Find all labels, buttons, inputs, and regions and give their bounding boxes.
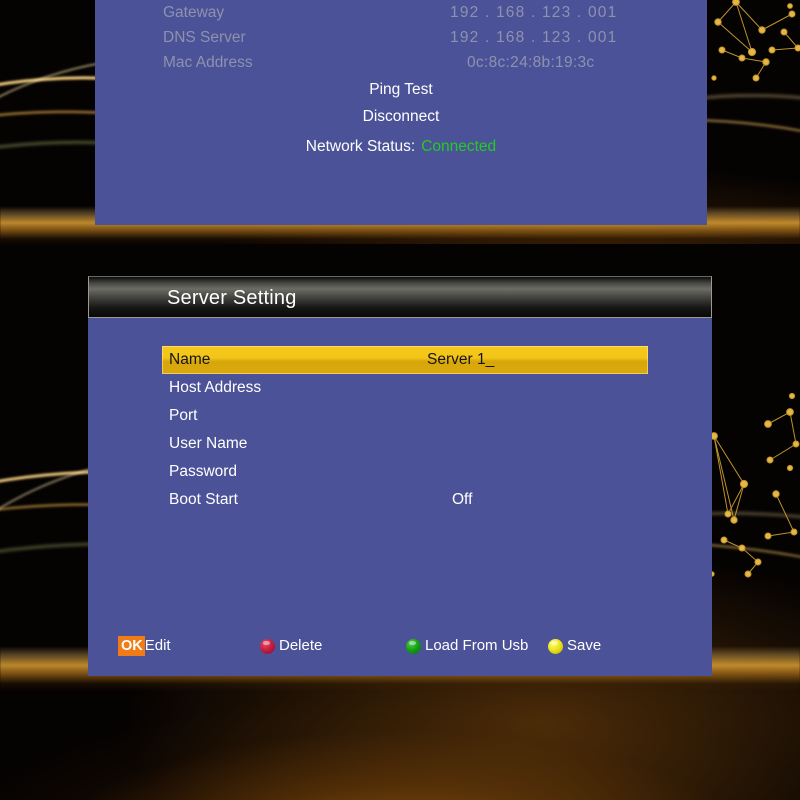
load-from-usb-action-label: Load From Usb bbox=[425, 637, 529, 654]
list-item-user-name[interactable]: User Name bbox=[162, 430, 648, 458]
network-row-mac-address[interactable]: Mac Address 0c:8c:24:8b:19:3c bbox=[95, 50, 707, 75]
network-label-mac-address: Mac Address bbox=[163, 54, 253, 71]
field-value-boot-start: Off bbox=[452, 491, 473, 508]
network-status-label: Network Status: bbox=[305, 138, 416, 155]
list-item-port[interactable]: Port bbox=[162, 402, 648, 430]
field-label-boot-start: Boot Start bbox=[169, 491, 238, 508]
network-label-gateway: Gateway bbox=[163, 4, 225, 21]
network-row-dns-server[interactable]: DNS Server 192 . 168 . 123 . 001 bbox=[95, 25, 707, 50]
network-row-gateway[interactable]: Gateway 192 . 168 . 123 . 001 bbox=[95, 0, 707, 25]
network-status-row: Network Status: Connected bbox=[95, 134, 707, 159]
delete-action[interactable]: Delete bbox=[260, 634, 322, 658]
list-item-name[interactable]: Name Server 1_ bbox=[162, 346, 648, 374]
network-info-rows: Gateway 192 . 168 . 123 . 001 DNS Server… bbox=[95, 0, 707, 159]
edit-action-label: Edit bbox=[144, 637, 171, 654]
page-title: Server Setting bbox=[167, 287, 297, 309]
network-status-value: Connected bbox=[421, 138, 497, 155]
edit-action[interactable]: OK Edit bbox=[118, 634, 171, 658]
panel-header-bar: Server Setting bbox=[88, 276, 712, 318]
red-dot-icon bbox=[260, 638, 275, 654]
save-action[interactable]: Save bbox=[548, 634, 601, 658]
server-setting-panel: Server Setting Name Server 1_ Host Addre… bbox=[88, 276, 712, 676]
ping-test-button[interactable]: Ping Test bbox=[95, 77, 707, 102]
network-value-gateway: 192 . 168 . 123 . 001 bbox=[450, 4, 618, 21]
save-action-label: Save bbox=[567, 637, 602, 654]
field-label-password: Password bbox=[169, 463, 238, 480]
list-item-password[interactable]: Password bbox=[162, 458, 648, 486]
panel-body: Name Server 1_ Host Address Port User Na… bbox=[88, 318, 712, 676]
network-value-mac-address: 0c:8c:24:8b:19:3c bbox=[467, 54, 595, 71]
network-label-dns-server: DNS Server bbox=[163, 29, 246, 46]
field-label-port: Port bbox=[169, 407, 198, 424]
ok-badge-icon: OK bbox=[118, 636, 145, 656]
yellow-dot-icon bbox=[548, 638, 563, 654]
network-value-dns-server: 192 . 168 . 123 . 001 bbox=[450, 29, 618, 46]
green-dot-icon bbox=[406, 638, 421, 654]
delete-action-label: Delete bbox=[279, 637, 323, 654]
field-label-user-name: User Name bbox=[169, 435, 248, 452]
server-setting-list: Name Server 1_ Host Address Port User Na… bbox=[162, 346, 648, 514]
field-value-name: Server 1_ bbox=[427, 351, 495, 368]
screen: Gateway 192 . 168 . 123 . 001 DNS Server… bbox=[0, 0, 800, 800]
field-label-name: Name bbox=[169, 351, 211, 368]
field-label-host-address: Host Address bbox=[169, 379, 262, 396]
list-item-boot-start[interactable]: Boot Start Off bbox=[162, 486, 648, 514]
footer-action-bar: OK Edit Delete Load From Usb Save bbox=[88, 634, 712, 658]
list-item-host-address[interactable]: Host Address bbox=[162, 374, 648, 402]
network-info-panel: Gateway 192 . 168 . 123 . 001 DNS Server… bbox=[95, 0, 707, 225]
load-from-usb-action[interactable]: Load From Usb bbox=[406, 634, 528, 658]
disconnect-button[interactable]: Disconnect bbox=[95, 104, 707, 129]
